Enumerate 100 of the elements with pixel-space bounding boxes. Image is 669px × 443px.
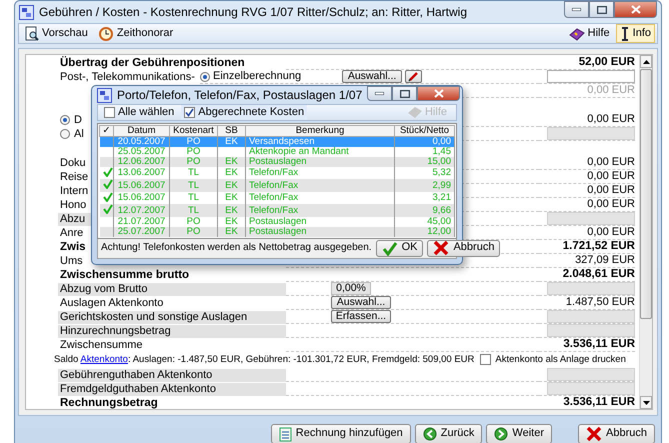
radio-button[interactable]	[200, 72, 210, 82]
input-field[interactable]	[547, 382, 635, 395]
close-icon	[434, 89, 444, 98]
field-label: Übertrag der Gebührenpositionen	[60, 56, 245, 68]
checkbox[interactable]	[104, 107, 115, 118]
table-cell: TL	[170, 179, 218, 192]
table-cell: Telefon/Fax	[246, 179, 394, 192]
pencil-icon	[408, 71, 420, 82]
checkbox-label: Aktenkonto als Anlage drucken	[495, 354, 626, 366]
column-header[interactable]: SB	[218, 126, 246, 136]
input-field[interactable]	[547, 368, 635, 381]
minimize-icon	[572, 8, 581, 11]
app-icon	[19, 4, 34, 20]
close-button[interactable]	[614, 1, 657, 18]
table-cell: PO	[170, 156, 218, 166]
checkbox-label: Abgerechnete Kosten	[198, 106, 304, 120]
close-icon	[630, 5, 640, 14]
dialog-title: Porto/Telefon, Telefon/Fax, Postauslagen 1/07	[117, 88, 362, 102]
field-label: Hono	[60, 198, 86, 210]
select-button[interactable]: Auswahl...	[342, 70, 402, 83]
input-field[interactable]	[547, 282, 635, 295]
checkbox[interactable]	[184, 107, 196, 118]
field-label: Reise	[60, 170, 88, 182]
field-label: Zwis	[60, 240, 86, 252]
magnifier-document-icon	[25, 26, 39, 41]
field-label: Doku	[60, 156, 86, 168]
amount-text: 1.487,50 EUR	[566, 296, 635, 310]
amount-text: 0,00 EUR	[587, 156, 635, 170]
footer-button[interactable]: Abbruch	[578, 424, 655, 443]
footer-button[interactable]: Weiter	[486, 424, 552, 443]
input-field[interactable]	[547, 70, 635, 83]
radio-label: D	[74, 114, 82, 126]
table-cell: 2,99	[394, 179, 454, 192]
table-cell: 12.06.2007	[114, 156, 170, 166]
amount-text: 2.048,61 EUR	[562, 268, 635, 282]
cancel-icon	[433, 240, 450, 256]
table-cell: Telefon/Fax	[246, 204, 394, 216]
i-beam-icon	[620, 26, 630, 40]
amount-text: 327,09 EUR	[575, 254, 635, 268]
toolbar-button[interactable]: Zeithonorar	[94, 24, 178, 43]
amount-text: 0,00 EUR	[587, 170, 635, 184]
scrollbar-thumb[interactable]	[640, 69, 652, 319]
saldo-text: Saldo Aktenkonto: Auslagen: -1.487,50 EUR, Gebühren: -101.301,72 EUR, Fremdgeld: 509,00 EUR	[54, 354, 474, 366]
radio-button[interactable]	[60, 129, 70, 139]
column-header[interactable]: Stück/Netto	[394, 126, 454, 136]
minimize-button[interactable]	[367, 86, 392, 101]
amount-text: 52,00 EUR	[578, 56, 635, 70]
select-button[interactable]: Auswahl...	[331, 296, 391, 309]
clock-icon	[98, 26, 114, 41]
maximize-button[interactable]	[392, 86, 418, 101]
checkbox[interactable]	[480, 354, 492, 366]
radio-label: Einzelberechnung	[213, 70, 302, 84]
app-icon	[97, 88, 112, 102]
minimize-icon	[375, 92, 384, 95]
edit-button[interactable]	[405, 70, 422, 83]
amount-text: 0,00 EUR	[587, 198, 635, 212]
field-label: Zwischensumme	[60, 338, 143, 350]
amount-text: 0,00 EUR	[587, 184, 635, 198]
footer-button[interactable]: Zurück	[414, 424, 482, 443]
cancel-icon	[586, 426, 602, 442]
toolbar-button[interactable]: Vorschau	[21, 24, 92, 43]
dialog-button[interactable]: OK	[376, 240, 424, 256]
column-header[interactable]: Datum	[114, 126, 170, 136]
aktenkonto-link[interactable]: Aktenkonto	[80, 354, 128, 366]
field-label: Rechnungsbetrag	[60, 396, 158, 408]
field-label: Anre	[60, 226, 84, 238]
table-cell: 25.07.2007	[114, 226, 170, 236]
amount-text: 0,00 EUR	[587, 112, 635, 126]
down-arrow-icon	[642, 400, 650, 404]
scroll-down-button[interactable]	[640, 396, 652, 409]
input-field[interactable]	[547, 212, 635, 225]
table-cell: EK	[218, 204, 246, 216]
input-field[interactable]	[547, 324, 635, 337]
check-icon	[382, 240, 398, 256]
minimize-button[interactable]	[564, 1, 589, 18]
input-field[interactable]	[547, 310, 635, 323]
field-label: Gebührenguthaben Aktenkonto	[58, 368, 286, 382]
column-header[interactable]: ✓	[100, 126, 114, 136]
radio-button[interactable]	[60, 115, 70, 125]
amount-text: 0,00 EUR	[587, 226, 635, 240]
table-cell: TL	[170, 204, 218, 216]
dialog-button[interactable]: Abbruch	[427, 240, 500, 256]
table-cell: 12.07.2007	[114, 204, 170, 216]
table-cell: Postauslagen	[246, 226, 394, 236]
column-header[interactable]: Kostenart	[170, 126, 218, 136]
footer-button[interactable]: Rechnung hinzufügen	[270, 424, 411, 443]
warning-text: Achtung! Telefonkosten werden als Nettobetrag ausgegeben.	[101, 242, 372, 254]
close-button[interactable]	[417, 86, 460, 101]
input-field[interactable]	[547, 127, 635, 140]
toolbar-button[interactable]: Info	[616, 24, 655, 43]
select-button[interactable]: Erfassen...	[331, 310, 391, 323]
field-label: Zwischensumme brutto	[60, 268, 190, 280]
maximize-button[interactable]	[589, 1, 614, 18]
toolbar-button[interactable]: Hilfe	[564, 24, 614, 43]
document-icon	[278, 426, 292, 442]
amount-text: 3.536,11 EUR	[563, 338, 635, 352]
scroll-up-button[interactable]	[640, 55, 652, 68]
table-cell: 12,00	[394, 226, 454, 236]
column-header[interactable]: Bemerkung	[246, 126, 394, 136]
percent-field[interactable]: 0,00%	[331, 282, 371, 295]
